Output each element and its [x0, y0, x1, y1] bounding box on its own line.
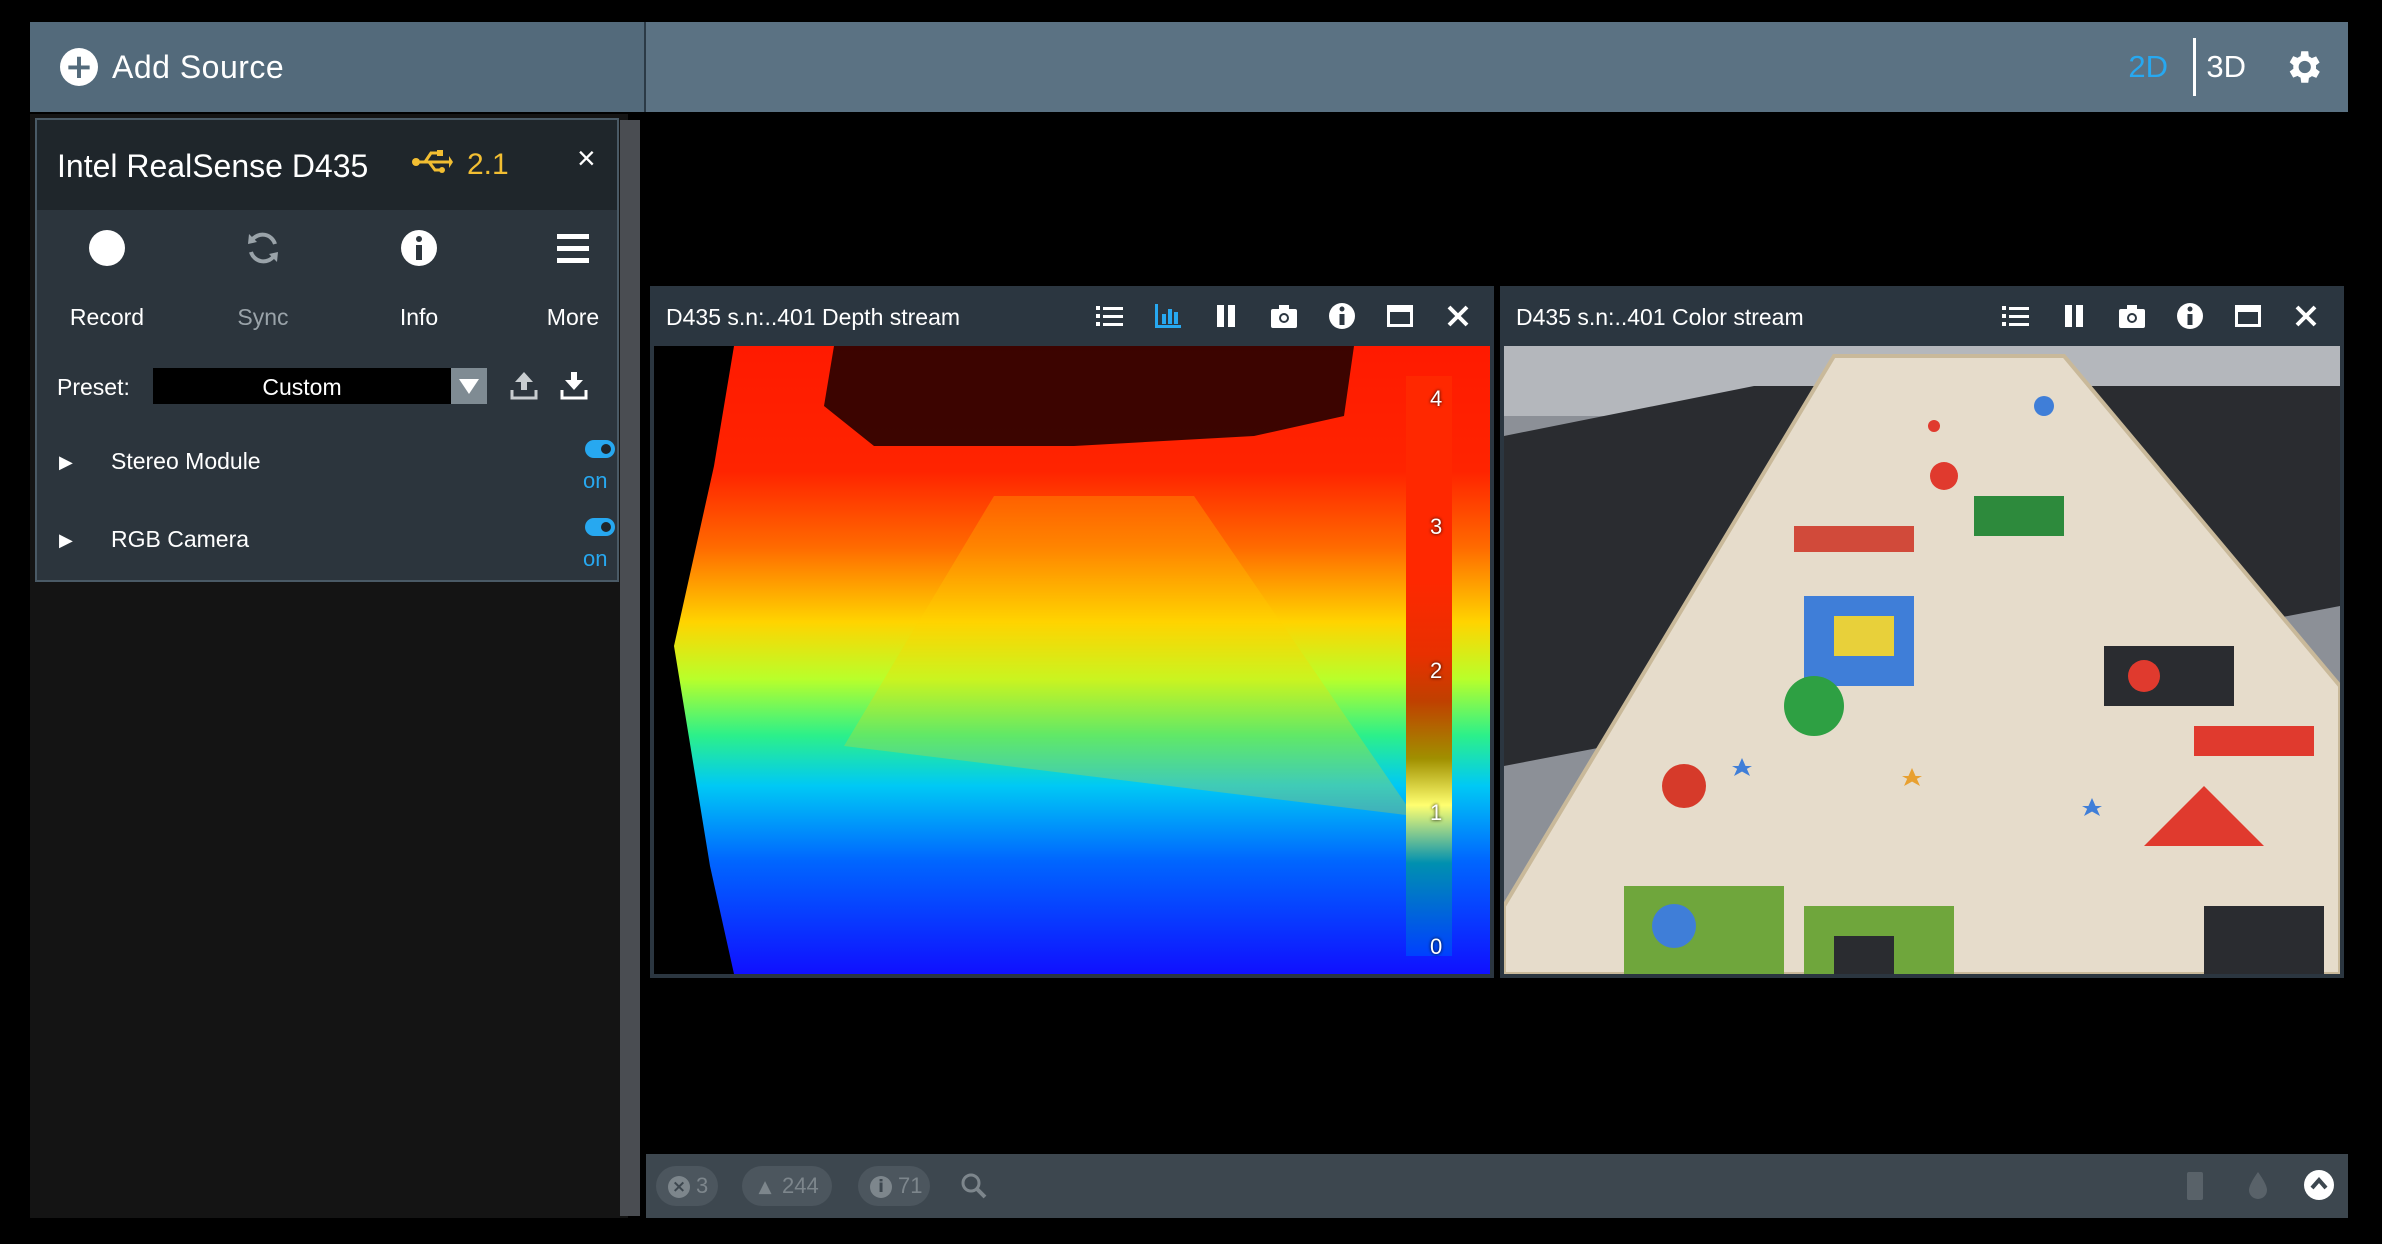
color-stream-panel: D435 s.n:..401 Color stream [1500, 286, 2344, 978]
device-panel: Intel RealSense D435 2.1 × Record Sync I… [35, 118, 619, 582]
color-scene [1504, 346, 2340, 974]
colorbar-tick-label: 0 [1430, 934, 1443, 959]
module-name: Stereo Module [111, 448, 261, 474]
expand-arrow-icon[interactable]: ▶ [59, 452, 73, 473]
info-count: 71 [898, 1173, 923, 1198]
top-bar: + Add Source 2D 3D [30, 22, 2348, 112]
colorbar-tick-label: 4 [1430, 386, 1443, 411]
depth-scene-overlay [654, 346, 1414, 974]
pause-icon[interactable] [2058, 300, 2090, 332]
record-label: Record [69, 304, 145, 330]
sync-label: Sync [237, 304, 289, 330]
record-button[interactable]: Record [37, 228, 177, 338]
plus-icon: + [60, 48, 98, 86]
info-icon [401, 230, 437, 266]
module-toggle[interactable] [585, 518, 615, 536]
preset-value: Custom [262, 374, 342, 400]
options-list-icon[interactable] [2000, 300, 2032, 332]
expand-arrow-icon[interactable]: ▶ [59, 530, 73, 551]
drop-icon[interactable] [2246, 1170, 2270, 1202]
maximize-icon[interactable] [2232, 300, 2264, 332]
gear-icon[interactable] [2282, 46, 2324, 88]
usb-version: 2.1 [467, 148, 509, 181]
depth-stream-header: D435 s.n:..401 Depth stream [650, 286, 1494, 346]
preset-label: Preset: [57, 374, 130, 400]
preset-select[interactable]: Custom [153, 368, 451, 404]
color-image[interactable] [1504, 346, 2340, 974]
depth-colorbar [1406, 376, 1452, 956]
options-list-icon[interactable] [1094, 300, 1126, 332]
more-label: More [546, 304, 600, 330]
sync-button[interactable]: Sync [193, 228, 333, 338]
error-count-button[interactable]: × 3 [656, 1166, 718, 1206]
mode-divider [2193, 38, 2196, 96]
close-icon[interactable] [2290, 300, 2322, 332]
maximize-icon[interactable] [1384, 300, 1416, 332]
colorbar-tick-label: 3 [1430, 514, 1443, 539]
module-state: on [583, 468, 608, 493]
module-state: on [583, 546, 608, 571]
upload-icon[interactable] [509, 370, 539, 402]
close-device-button[interactable]: × [577, 140, 596, 177]
histogram-icon[interactable] [1152, 300, 1184, 332]
error-count: 3 [696, 1173, 709, 1198]
depth-stream-panel: D435 s.n:..401 Depth stream 4 3 2 1 0 [650, 286, 1494, 978]
depth-image[interactable]: 4 3 2 1 0 [654, 346, 1490, 974]
close-icon[interactable] [1442, 300, 1474, 332]
add-source-label: Add Source [112, 48, 285, 85]
memory-icon[interactable] [2184, 1170, 2206, 1202]
status-bar: × 3 ▲ 244 i 71 [646, 1154, 2348, 1218]
error-icon: × [668, 1176, 690, 1199]
module-toggle[interactable] [585, 440, 615, 458]
chevron-down-icon [459, 379, 479, 394]
device-header: Intel RealSense D435 2.1 × [37, 120, 617, 210]
sync-icon [248, 232, 278, 264]
colorbar-tick-label: 2 [1430, 658, 1443, 683]
stream-title: D435 s.n:..401 Color stream [1516, 304, 1804, 330]
mode-3d-button[interactable]: 3D [2206, 22, 2246, 112]
info-icon[interactable] [1326, 300, 1358, 332]
info-button[interactable]: Info [349, 228, 489, 338]
warning-count-button[interactable]: ▲ 244 [742, 1166, 832, 1206]
usb-icon [412, 150, 453, 173]
colorbar-tick-label: 1 [1430, 800, 1443, 825]
warning-icon: ▲ [758, 1177, 772, 1198]
warning-count: 244 [782, 1173, 819, 1198]
pause-icon[interactable] [1210, 300, 1242, 332]
preset-dropdown-button[interactable] [451, 368, 487, 404]
mode-2d-button[interactable]: 2D [2128, 22, 2168, 112]
info-icon[interactable] [2174, 300, 2206, 332]
info-icon: i [870, 1176, 892, 1199]
stream-title: D435 s.n:..401 Depth stream [666, 304, 961, 330]
module-rgb-camera[interactable]: ▶ RGB Camera on [53, 518, 615, 586]
chevron-up-icon[interactable] [2302, 1168, 2336, 1202]
module-name: RGB Camera [111, 526, 250, 552]
color-stream-header: D435 s.n:..401 Color stream [1500, 286, 2344, 346]
info-label: Info [399, 304, 439, 330]
module-stereo[interactable]: ▶ Stereo Module on [53, 440, 615, 508]
camera-icon[interactable] [2116, 300, 2148, 332]
camera-icon[interactable] [1268, 300, 1300, 332]
record-icon [89, 230, 125, 266]
more-button[interactable]: More [503, 228, 643, 338]
download-icon[interactable] [559, 370, 589, 402]
add-source-button[interactable]: + Add Source [30, 22, 646, 112]
search-icon[interactable] [960, 1172, 988, 1200]
device-name: Intel RealSense D435 [57, 148, 369, 184]
menu-icon [557, 234, 589, 263]
info-count-button[interactable]: i 71 [858, 1166, 930, 1206]
